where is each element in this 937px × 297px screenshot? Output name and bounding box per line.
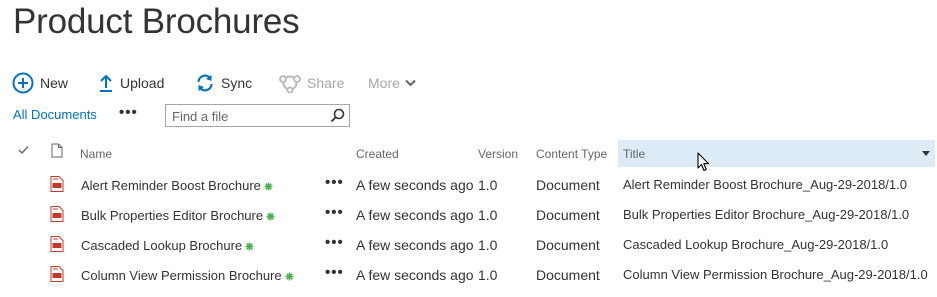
search-icon[interactable] xyxy=(330,108,345,128)
chevron-down-icon xyxy=(405,79,416,87)
created-cell: A few seconds ago xyxy=(356,267,474,283)
created-cell: A few seconds ago xyxy=(356,177,474,193)
table-row[interactable]: Bulk Properties Editor Brochure ••• A fe… xyxy=(0,200,937,230)
caret-down-icon[interactable] xyxy=(922,151,930,156)
file-type-column-icon[interactable] xyxy=(51,143,63,161)
view-selector-all-documents[interactable]: All Documents xyxy=(13,107,97,122)
select-all-checkmark-icon[interactable] xyxy=(18,144,29,158)
created-cell: A few seconds ago xyxy=(356,207,474,223)
column-header-version[interactable]: Version xyxy=(478,147,518,161)
new-item-icon xyxy=(285,269,294,284)
new-item-icon xyxy=(266,209,275,224)
content-type-cell: Document xyxy=(536,237,600,253)
share-button[interactable]: Share xyxy=(279,70,344,96)
column-header-title-label: Title xyxy=(623,147,646,161)
title-cell: Bulk Properties Editor Brochure_Aug-29-2… xyxy=(623,207,910,222)
sync-button[interactable]: Sync xyxy=(195,70,252,96)
column-header-name[interactable]: Name xyxy=(80,147,112,161)
pdf-file-icon xyxy=(50,266,64,287)
row-more-options-button[interactable]: ••• xyxy=(325,174,344,191)
share-button-label: Share xyxy=(307,75,345,91)
pdf-file-icon xyxy=(50,236,64,257)
version-cell: 1.0 xyxy=(478,237,498,253)
table-row[interactable]: Column View Permission Brochure ••• A fe… xyxy=(0,260,937,290)
table-row[interactable]: Alert Reminder Boost Brochure ••• A few … xyxy=(0,170,937,200)
column-header-title[interactable]: Title xyxy=(618,140,935,167)
title-cell: Column View Permission Brochure_Aug-29-2… xyxy=(623,267,928,282)
upload-button-label: Upload xyxy=(120,75,165,91)
upload-button[interactable]: Upload xyxy=(98,70,164,96)
column-header-content-type[interactable]: Content Type xyxy=(536,147,607,161)
more-button-label: More xyxy=(368,75,400,91)
new-button-label: New xyxy=(40,75,69,91)
upload-arrow-icon xyxy=(98,74,114,92)
content-type-cell: Document xyxy=(536,207,600,223)
version-cell: 1.0 xyxy=(478,267,498,283)
table-row[interactable]: Cascaded Lookup Brochure ••• A few secon… xyxy=(0,230,937,260)
new-item-icon xyxy=(264,179,273,194)
view-options-button[interactable]: ••• xyxy=(119,104,138,121)
sync-button-label: Sync xyxy=(221,75,253,91)
row-more-options-button[interactable]: ••• xyxy=(325,204,344,221)
more-button[interactable]: More xyxy=(368,70,416,96)
row-more-options-button[interactable]: ••• xyxy=(325,234,344,251)
file-name-link[interactable]: Alert Reminder Boost Brochure xyxy=(81,178,273,194)
sync-icon xyxy=(195,73,215,93)
version-cell: 1.0 xyxy=(478,207,498,223)
content-type-cell: Document xyxy=(536,267,600,283)
created-cell: A few seconds ago xyxy=(356,237,474,253)
page-title: Product Brochures xyxy=(13,2,300,41)
file-name-link[interactable]: Cascaded Lookup Brochure xyxy=(81,238,254,254)
content-type-cell: Document xyxy=(536,177,600,193)
version-cell: 1.0 xyxy=(478,177,498,193)
title-cell: Cascaded Lookup Brochure_Aug-29-2018/1.0 xyxy=(623,237,889,252)
share-icon xyxy=(279,73,301,93)
plus-circle-icon xyxy=(12,72,34,94)
file-name-link[interactable]: Column View Permission Brochure xyxy=(81,268,294,284)
column-header-created[interactable]: Created xyxy=(356,147,399,161)
search-box xyxy=(165,104,350,127)
new-item-icon xyxy=(245,239,254,254)
pdf-file-icon xyxy=(50,176,64,197)
file-name-link[interactable]: Bulk Properties Editor Brochure xyxy=(81,208,275,224)
search-input[interactable] xyxy=(172,108,322,124)
row-more-options-button[interactable]: ••• xyxy=(325,264,344,281)
pdf-file-icon xyxy=(50,206,64,227)
title-cell: Alert Reminder Boost Brochure_Aug-29-201… xyxy=(623,177,907,192)
new-button[interactable]: New xyxy=(12,70,68,96)
